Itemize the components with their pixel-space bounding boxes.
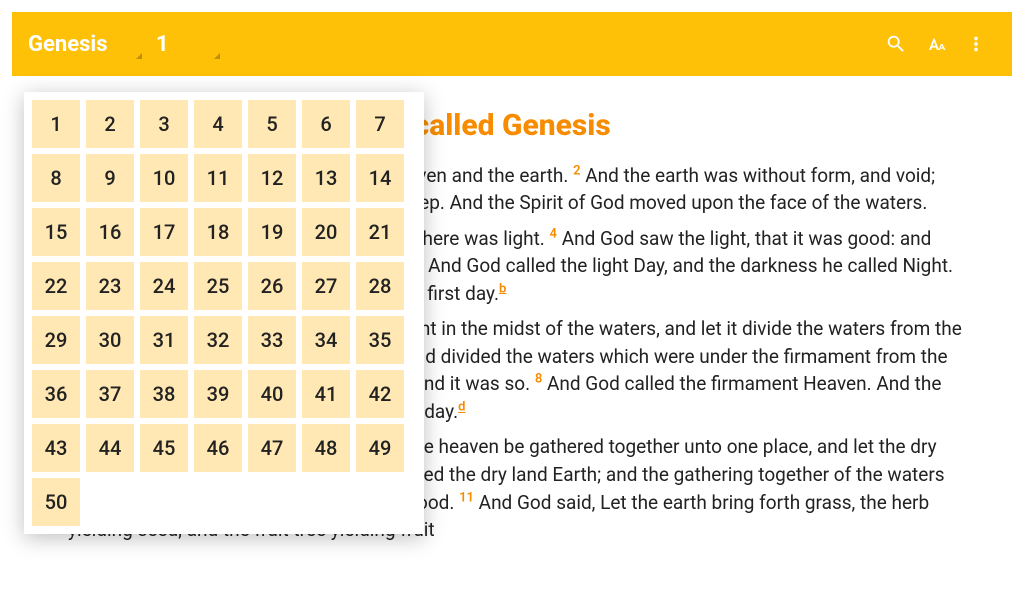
chapter-cell[interactable]: 38 (140, 370, 188, 418)
search-icon (885, 33, 907, 55)
chapter-grid: 1234567891011121314151617181920212223242… (32, 100, 416, 526)
chapter-cell[interactable]: 8 (32, 154, 80, 202)
chapter-cell[interactable]: 15 (32, 208, 80, 256)
book-selector[interactable]: Genesis (28, 32, 148, 57)
chapter-cell[interactable]: 50 (32, 478, 80, 526)
book-label: Genesis (28, 32, 108, 57)
chapter-cell[interactable]: 47 (248, 424, 296, 472)
chapter-cell[interactable]: 40 (248, 370, 296, 418)
chapter-cell[interactable]: 9 (86, 154, 134, 202)
chapter-cell[interactable]: 35 (356, 316, 404, 364)
more-vert-icon (965, 33, 987, 55)
verse-number[interactable]: 2 (573, 163, 580, 178)
more-button[interactable] (956, 24, 996, 64)
chapter-cell[interactable]: 42 (356, 370, 404, 418)
chapter-cell[interactable]: 4 (194, 100, 242, 148)
chapter-cell[interactable]: 1 (32, 100, 80, 148)
chapter-cell[interactable]: 6 (302, 100, 350, 148)
chapter-cell[interactable]: 29 (32, 316, 80, 364)
font-settings-button[interactable] (916, 24, 956, 64)
chapter-cell[interactable]: 48 (302, 424, 350, 472)
chapter-cell[interactable]: 12 (248, 154, 296, 202)
chapter-cell[interactable]: 49 (356, 424, 404, 472)
chapter-picker-popup: 1234567891011121314151617181920212223242… (24, 92, 424, 534)
chapter-cell[interactable]: 32 (194, 316, 242, 364)
verse-number[interactable]: 4 (550, 226, 557, 241)
chapter-cell[interactable]: 31 (140, 316, 188, 364)
chapter-selector[interactable]: 1 (156, 32, 216, 57)
footnote-link[interactable]: d (458, 400, 465, 415)
chapter-cell[interactable]: 3 (140, 100, 188, 148)
chapter-cell[interactable]: 18 (194, 208, 242, 256)
chapter-cell[interactable]: 2 (86, 100, 134, 148)
chapter-cell[interactable]: 11 (194, 154, 242, 202)
dropdown-indicator-icon (136, 53, 142, 59)
chapter-label: 1 (156, 32, 169, 57)
chapter-cell[interactable]: 45 (140, 424, 188, 472)
search-button[interactable] (876, 24, 916, 64)
chapter-cell[interactable]: 22 (32, 262, 80, 310)
chapter-cell[interactable]: 20 (302, 208, 350, 256)
chapter-cell[interactable]: 23 (86, 262, 134, 310)
chapter-cell[interactable]: 43 (32, 424, 80, 472)
chapter-cell[interactable]: 28 (356, 262, 404, 310)
chapter-cell[interactable]: 41 (302, 370, 350, 418)
chapter-cell[interactable]: 27 (302, 262, 350, 310)
chapter-cell[interactable]: 26 (248, 262, 296, 310)
chapter-cell[interactable]: 17 (140, 208, 188, 256)
chapter-cell[interactable]: 13 (302, 154, 350, 202)
chapter-cell[interactable]: 19 (248, 208, 296, 256)
chapter-cell[interactable]: 7 (356, 100, 404, 148)
chapter-cell[interactable]: 44 (86, 424, 134, 472)
chapter-cell[interactable]: 34 (302, 316, 350, 364)
chapter-cell[interactable]: 36 (32, 370, 80, 418)
chapter-cell[interactable]: 5 (248, 100, 296, 148)
verse-number[interactable]: 11 (459, 490, 474, 505)
chapter-cell[interactable]: 21 (356, 208, 404, 256)
chapter-cell[interactable]: 33 (248, 316, 296, 364)
dropdown-indicator-icon (214, 53, 220, 59)
chapter-cell[interactable]: 24 (140, 262, 188, 310)
chapter-cell[interactable]: 46 (194, 424, 242, 472)
chapter-cell[interactable]: 30 (86, 316, 134, 364)
chapter-cell[interactable]: 14 (356, 154, 404, 202)
chapter-cell[interactable]: 37 (86, 370, 134, 418)
chapter-cell[interactable]: 16 (86, 208, 134, 256)
verse-number[interactable]: 8 (535, 372, 542, 387)
font-icon (924, 32, 948, 56)
chapter-cell[interactable]: 10 (140, 154, 188, 202)
chapter-cell[interactable]: 39 (194, 370, 242, 418)
appbar: Genesis 1 (12, 12, 1012, 76)
footnote-link[interactable]: b (499, 281, 506, 296)
chapter-cell[interactable]: 25 (194, 262, 242, 310)
